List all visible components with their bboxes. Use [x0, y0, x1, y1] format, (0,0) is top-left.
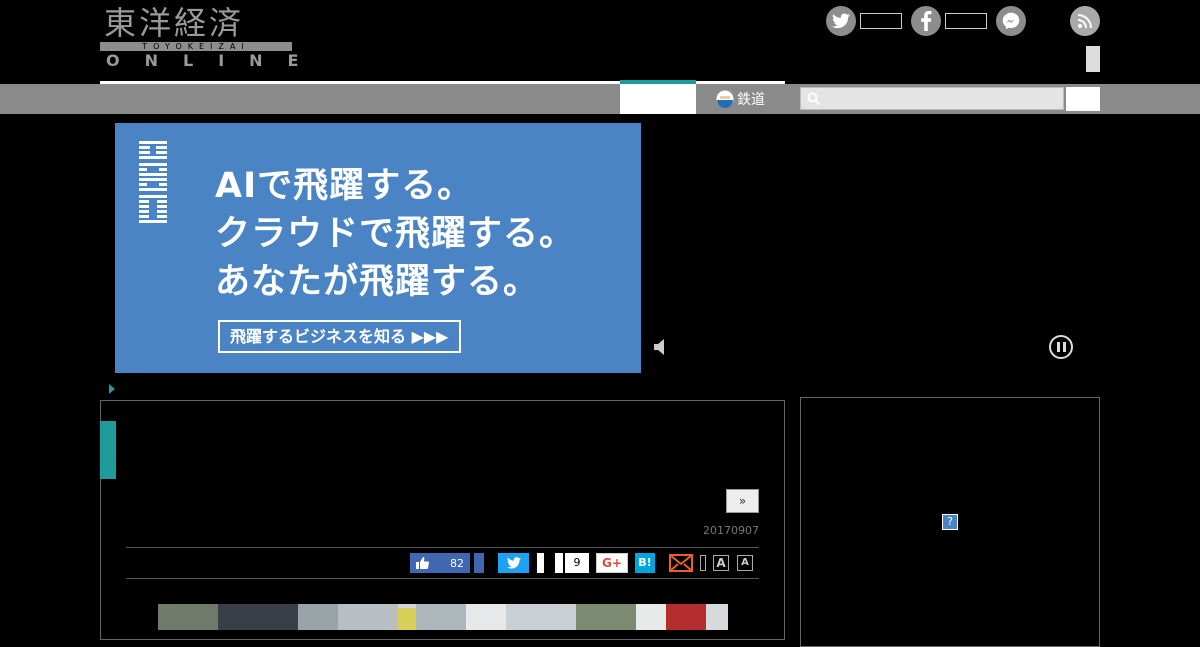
share-divider-bottom — [126, 578, 759, 579]
title-accent-bar — [100, 421, 116, 479]
nav-tab-railway[interactable]: 鉄道 — [696, 84, 785, 114]
pause-icon[interactable] — [1049, 335, 1073, 359]
thumbs-up-icon — [416, 557, 429, 569]
train-icon — [716, 90, 734, 108]
article-photo — [158, 604, 728, 630]
tweet-count: 9 — [565, 553, 589, 573]
volume-icon[interactable] — [654, 338, 666, 360]
font-size-small-button[interactable]: A — [737, 555, 753, 571]
twitter-follow-button[interactable] — [826, 6, 856, 36]
search-input[interactable] — [800, 87, 1064, 110]
messenger-icon — [1002, 12, 1020, 30]
ad-headline-2: クラウドで飛躍する。 — [215, 214, 576, 254]
mail-icon[interactable] — [669, 554, 693, 576]
font-size-large-button[interactable]: A — [713, 555, 729, 571]
twitter-icon — [832, 13, 850, 29]
facebook-like-share-button[interactable]: 82 — [410, 553, 470, 573]
share-count-bubble — [555, 553, 563, 573]
ad-banner[interactable]: AIで飛躍する。 クラウドで飛躍する。 あなたが飛躍する。 飛躍するビジネスを知… — [115, 123, 641, 373]
ad-cta-button[interactable]: 飛躍するビジネスを知る ▶▶▶ — [218, 320, 461, 353]
ad-choices-icon[interactable]: ? — [942, 514, 958, 530]
ibm-logo — [135, 141, 171, 223]
logo-kanji[interactable]: 東洋経済 — [104, 4, 244, 42]
google-plus-button[interactable]: G+ — [596, 553, 628, 573]
twitter-icon — [506, 557, 521, 569]
facebook-icon — [921, 11, 932, 31]
ad-headline-1: AIで飛躍する。 — [215, 166, 474, 206]
logo-online[interactable]: ONLINE — [106, 52, 323, 70]
facebook-like-count — [945, 13, 987, 29]
facebook-share-button[interactable] — [474, 553, 484, 573]
nav-tab-railway-label: 鉄道 — [737, 92, 765, 108]
tweet-button[interactable] — [498, 553, 529, 573]
search-submit-button[interactable] — [1066, 87, 1100, 111]
rss-button[interactable] — [1070, 6, 1100, 36]
logo-romaji: TOYOKEIZAI — [100, 42, 292, 51]
hatena-bookmark-button[interactable]: B! — [635, 553, 655, 573]
next-page-button[interactable]: » — [726, 489, 759, 513]
share-divider-top — [126, 547, 759, 548]
facebook-like-button[interactable] — [911, 6, 941, 36]
tweet-count-bubble — [537, 553, 544, 573]
print-button[interactable] — [700, 555, 706, 571]
twitter-follower-count — [860, 13, 902, 29]
menu-button[interactable] — [1086, 46, 1100, 72]
like-count: 82 — [450, 556, 464, 570]
ad-headline-3: あなたが飛躍する。 — [215, 262, 540, 302]
article-date: 20170907 — [703, 524, 759, 537]
breadcrumb-arrow-icon — [109, 384, 115, 394]
messenger-button[interactable] — [996, 6, 1026, 36]
nav-tab-active[interactable] — [620, 84, 696, 114]
rss-icon — [1077, 14, 1092, 29]
search-icon — [807, 92, 821, 106]
